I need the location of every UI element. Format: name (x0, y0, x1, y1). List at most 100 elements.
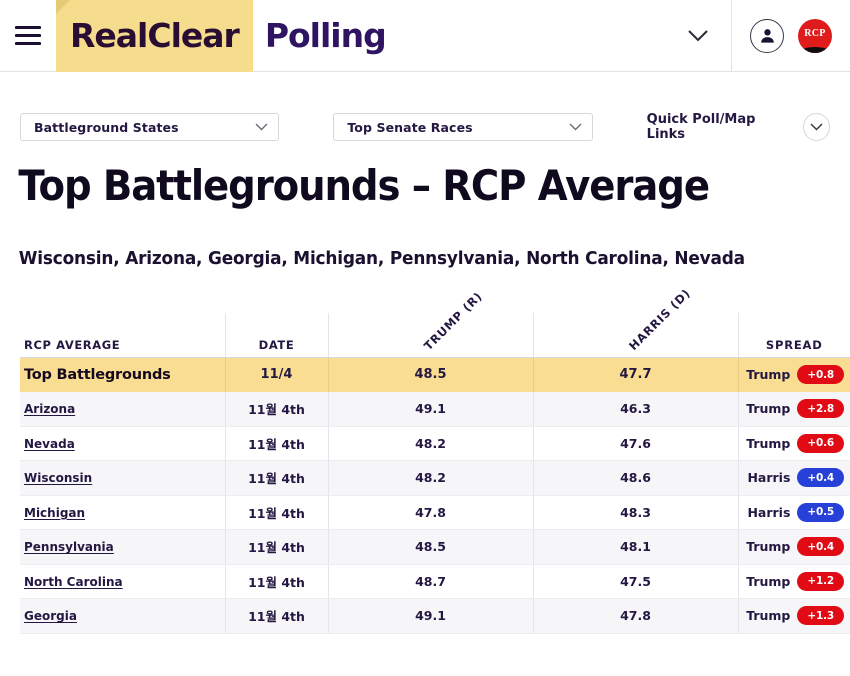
chevron-down-icon (688, 30, 708, 42)
table-cell-harris: 47.5 (533, 564, 739, 600)
summary-row-spread: Trump +0.8 (738, 357, 850, 392)
status-badge: +1.2 (797, 571, 844, 591)
table-cell-harris: 47.8 (533, 598, 739, 634)
status-badge: +0.6 (797, 433, 844, 453)
table-cell-trump: 48.2 (328, 426, 534, 462)
hamburger-bar (15, 42, 41, 45)
spread-leader: Trump (746, 435, 791, 451)
state-link[interactable]: Michigan (24, 506, 85, 520)
hamburger-icon[interactable] (0, 0, 56, 71)
table-cell-date: 11월 4th (225, 460, 329, 496)
column-header-date: DATE (225, 313, 329, 358)
chevron-down-icon (255, 123, 268, 131)
summary-row-trump: 48.5 (328, 357, 534, 392)
table-cell-harris: 48.3 (533, 495, 739, 531)
chevron-down-icon (810, 123, 823, 131)
table-row[interactable]: Pennsylvania 11월 4th 48.5 48.1 Trump +0.4 (20, 529, 850, 565)
column-header-trump-label: TRUMP (R) (420, 288, 485, 353)
state-link[interactable]: Nevada (24, 437, 75, 451)
state-link[interactable]: Pennsylvania (24, 540, 114, 554)
table-cell-trump: 48.5 (328, 529, 534, 565)
table-row[interactable]: Michigan 11월 4th 47.8 48.3 Harris +0.5 (20, 495, 850, 531)
state-link[interactable]: Georgia (24, 609, 77, 623)
table-cell-date: 11월 4th (225, 495, 329, 531)
column-header-harris-label: HARRIS (D) (625, 285, 693, 353)
table-cell-state: Georgia (20, 598, 226, 634)
summary-row-date: 11/4 (225, 357, 329, 392)
table-row[interactable]: Nevada 11월 4th 48.2 47.6 Trump +0.6 (20, 426, 850, 462)
spread-leader: Harris (747, 504, 791, 520)
spread-group: Trump +1.2 (746, 571, 844, 591)
spread-leader: Trump (746, 573, 791, 589)
table-cell-spread: Trump +0.4 (738, 529, 850, 565)
spread-group: Harris +0.5 (747, 502, 844, 522)
table-cell-harris: 48.6 (533, 460, 739, 496)
top-senate-races-select[interactable]: Top Senate Races (333, 113, 593, 141)
chevron-down-icon (569, 123, 582, 131)
state-link[interactable]: Arizona (24, 402, 75, 416)
brand-secondary-text: Polling (264, 16, 387, 55)
spread-group: Trump +0.6 (746, 433, 844, 453)
user-avatar-icon[interactable] (750, 18, 784, 53)
table-row[interactable]: Georgia 11월 4th 49.1 47.8 Trump +1.3 (20, 598, 850, 634)
table-head: RCP AVERAGE DATE TRUMP (R) HARRIS (D) SP… (20, 286, 850, 358)
table-cell-state: Nevada (20, 426, 226, 462)
table-cell-spread: Trump +0.6 (738, 426, 850, 462)
table-cell-date: 11월 4th (225, 598, 329, 634)
top-senate-races-select-label: Top Senate Races (347, 119, 473, 135)
table-cell-date: 11월 4th (225, 426, 329, 462)
spread-leader: Trump (746, 367, 791, 383)
poll-table: RCP AVERAGE DATE TRUMP (R) HARRIS (D) SP… (20, 286, 850, 634)
table-cell-spread: Trump +1.3 (738, 598, 850, 634)
status-badge: +0.5 (797, 502, 844, 522)
table-cell-state: Michigan (20, 495, 226, 531)
state-link[interactable]: North Carolina (24, 575, 123, 589)
spread-group: Harris +0.4 (747, 468, 844, 488)
quick-links-chevron-down-icon[interactable] (803, 113, 830, 141)
table-row-summary[interactable]: Top Battlegrounds 11/4 48.5 47.7 Trump +… (20, 357, 850, 392)
spread-group: Trump +0.8 (746, 365, 844, 385)
table-header-row: RCP AVERAGE DATE TRUMP (R) HARRIS (D) SP… (20, 286, 850, 358)
table-cell-trump: 49.1 (328, 391, 534, 427)
spread-leader: Trump (746, 608, 791, 624)
table-cell-state: Pennsylvania (20, 529, 226, 565)
header-chevron-down-icon[interactable] (665, 0, 731, 71)
rcp-logo-text: RCP (804, 28, 826, 39)
column-header-trump: TRUMP (R) (328, 289, 534, 358)
table-row[interactable]: Arizona 11월 4th 49.1 46.3 Trump +2.8 (20, 391, 850, 427)
rcp-logo-icon[interactable]: RCP (798, 18, 832, 53)
table-cell-harris: 47.6 (533, 426, 739, 462)
spread-group: Trump +1.3 (746, 606, 844, 626)
page-title: Top Battlegrounds – RCP Average (18, 161, 710, 210)
status-badge: +0.8 (797, 365, 844, 385)
battleground-states-select[interactable]: Battleground States (20, 113, 280, 141)
table-cell-trump: 47.8 (328, 495, 534, 531)
summary-row-harris: 47.7 (533, 357, 739, 392)
spread-leader: Trump (746, 539, 791, 555)
column-header-rcp-average: RCP AVERAGE (20, 313, 226, 358)
header-actions: RCP (732, 0, 850, 71)
table-cell-harris: 46.3 (533, 391, 739, 427)
table-cell-spread: Harris +0.5 (738, 495, 850, 531)
person-icon (760, 29, 774, 43)
table-row[interactable]: Wisconsin 11월 4th 48.2 48.6 Harris +0.4 (20, 460, 850, 496)
quick-poll-map-links[interactable]: Quick Poll/Map Links (647, 112, 830, 142)
table-cell-state: Wisconsin (20, 460, 226, 496)
table-cell-trump: 48.7 (328, 564, 534, 600)
table-row[interactable]: North Carolina 11월 4th 48.7 47.5 Trump +1.2 (20, 564, 850, 600)
quick-poll-map-links-label: Quick Poll/Map Links (646, 112, 756, 142)
table-cell-spread: Trump +1.2 (738, 564, 850, 600)
battleground-states-select-label: Battleground States (34, 119, 179, 135)
table-cell-spread: Harris +0.4 (738, 460, 850, 496)
hamburger-bar (15, 34, 41, 37)
table-cell-harris: 48.1 (533, 529, 739, 565)
status-badge: +0.4 (797, 537, 844, 557)
column-header-spread: SPREAD (738, 313, 850, 358)
hamburger-bar (15, 26, 41, 29)
spread-leader: Trump (746, 401, 791, 417)
table-cell-spread: Trump +2.8 (738, 391, 850, 427)
site-logo[interactable]: RealClear Polling (56, 0, 387, 72)
state-link[interactable]: Wisconsin (24, 471, 92, 485)
table-cell-date: 11월 4th (225, 529, 329, 565)
brand-mark: RealClear (56, 0, 253, 72)
